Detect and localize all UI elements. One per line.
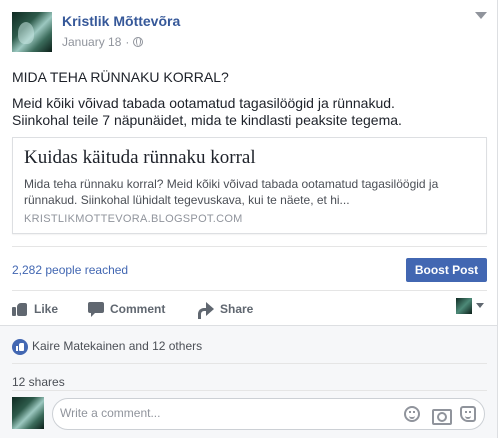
commenter-avatar[interactable] bbox=[12, 397, 44, 429]
comment-icon bbox=[88, 301, 104, 317]
link-description-line-1: Mida teha rünnaku korral? Meid kõiki või… bbox=[24, 177, 439, 191]
divider bbox=[12, 363, 487, 364]
like-reaction-icon[interactable] bbox=[12, 339, 28, 355]
comment-label: Comment bbox=[110, 302, 166, 316]
share-button[interactable]: Share bbox=[198, 299, 253, 319]
link-description-line-2: rünnakud. Siinkohal lühidalt tegevuskava… bbox=[24, 193, 350, 207]
share-arrow-icon bbox=[198, 301, 214, 319]
divider bbox=[12, 246, 487, 247]
reactors-link[interactable]: Kaire Matekainen and 12 others bbox=[32, 339, 202, 353]
post-text-line-3: Siinkohal teile 7 näpunäidet, mida te ki… bbox=[12, 112, 402, 128]
like-button[interactable]: Like bbox=[12, 299, 58, 319]
sticker-icon[interactable] bbox=[460, 406, 476, 422]
page-voice-avatar[interactable] bbox=[456, 298, 472, 314]
post-text-line-1: MIDA TEHA RÜNNAKU KORRAL? bbox=[12, 69, 229, 85]
shares-count[interactable]: 12 shares bbox=[12, 375, 65, 389]
link-preview-card[interactable]: Kuidas käituda rünnaku korral Mida teha … bbox=[12, 137, 487, 234]
post-card: Kristlik Mõttevõra January 18 · MIDA TEH… bbox=[0, 0, 498, 438]
author-name[interactable]: Kristlik Mõttevõra bbox=[62, 13, 180, 29]
globe-icon[interactable] bbox=[133, 37, 144, 47]
link-title[interactable]: Kuidas käituda rünnaku korral bbox=[24, 147, 256, 169]
page-avatar[interactable] bbox=[12, 12, 52, 52]
camera-icon[interactable] bbox=[432, 406, 452, 425]
reach-count[interactable]: 2,282 people reached bbox=[12, 263, 128, 277]
boost-post-button[interactable]: Boost Post bbox=[406, 258, 487, 282]
link-domain: KRISTLIKMOTTEVORA.BLOGSPOT.COM bbox=[24, 213, 243, 225]
comment-placeholder: Write a comment... bbox=[60, 406, 161, 420]
share-label: Share bbox=[220, 302, 254, 316]
divider bbox=[12, 290, 487, 291]
post-meta: January 18 · bbox=[62, 35, 144, 49]
meta-separator: · bbox=[125, 35, 130, 49]
chevron-down-icon[interactable] bbox=[476, 303, 484, 308]
emoji-icon[interactable] bbox=[404, 406, 420, 422]
comment-button[interactable]: Comment bbox=[88, 299, 165, 319]
divider bbox=[12, 390, 487, 391]
post-options-chevron-icon[interactable] bbox=[475, 12, 487, 19]
like-label: Like bbox=[34, 302, 59, 316]
thumbs-up-icon bbox=[12, 301, 28, 317]
post-date[interactable]: January 18 bbox=[62, 35, 121, 49]
